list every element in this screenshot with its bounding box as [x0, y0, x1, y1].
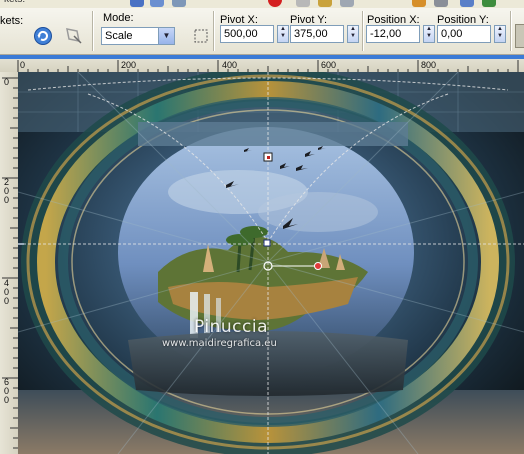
arrow-icon[interactable]	[482, 0, 496, 7]
paste-icon[interactable]	[172, 0, 186, 7]
toolbar-separator	[510, 11, 512, 51]
ruler-label-400: 4 0 0	[4, 278, 10, 306]
mode-select[interactable]: Scale ▼	[101, 27, 175, 45]
folder-icon[interactable]	[412, 0, 426, 7]
mode-select-value: Scale	[105, 30, 133, 42]
ruler-ticks	[17, 60, 519, 72]
chevron-down-icon[interactable]: ▼	[158, 28, 174, 44]
presets-tab-label: kets:	[4, 0, 25, 5]
spin-arrows-icon[interactable]: ▲ ▼	[423, 25, 435, 43]
spin-arrows-icon[interactable]: ▲ ▼	[494, 25, 506, 43]
position-x-input[interactable]	[366, 25, 420, 43]
horizontal-ruler: 0 200 400 600 800	[0, 55, 524, 72]
image-icon[interactable]	[460, 0, 474, 7]
pivot-x-input[interactable]	[220, 25, 274, 43]
spin-arrows-icon[interactable]: ▲ ▼	[347, 25, 359, 43]
ruler-label-200: 2 0 0	[4, 177, 10, 205]
spin-arrows-icon[interactable]: ▲ ▼	[277, 25, 289, 43]
toolbar-separator	[213, 11, 215, 51]
scissors-icon[interactable]	[296, 0, 310, 7]
deformed-image-artwork	[18, 72, 524, 454]
watermark-title: Pinuccia	[194, 317, 268, 337]
rotate-icon[interactable]	[318, 0, 332, 7]
ruler-label-600: 600	[321, 60, 337, 70]
presets-label: kets:	[0, 15, 24, 27]
eraser-icon[interactable]	[340, 0, 354, 7]
play-icon[interactable]	[130, 0, 144, 7]
ruler-label-400: 400	[222, 60, 238, 70]
image-canvas[interactable]: Pinuccia www.maidiregrafica.eu	[18, 72, 524, 454]
print-icon[interactable]	[434, 0, 448, 7]
record-icon[interactable]	[268, 0, 282, 7]
ruler-label-600: 6 0 0	[4, 377, 10, 405]
tool-options-bar: kets: Mode: Scale ▼ Pivot X: ▲▼ Pivot Y:…	[0, 8, 524, 55]
ruler-label-0: 0	[20, 60, 26, 70]
ruler-label-200: 200	[121, 60, 137, 70]
watermark-url: www.maidiregrafica.eu	[162, 338, 277, 349]
toolbar-overflow-button[interactable]	[515, 24, 524, 48]
copy-icon[interactable]	[150, 0, 164, 7]
top-icon-strip: kets:	[0, 0, 524, 8]
vertical-ruler: 0 2 0 0 4 0 0 6 0 0	[0, 72, 19, 454]
toolbar-separator	[362, 11, 364, 51]
pivot-y-input[interactable]	[290, 25, 344, 43]
toolbar-separator	[92, 11, 94, 51]
position-y-input[interactable]	[437, 25, 491, 43]
marquee-icon[interactable]	[193, 28, 209, 44]
ruler-label-0: 0	[4, 77, 10, 87]
reset-icon[interactable]	[33, 26, 53, 46]
ruler-label-800: 800	[421, 60, 437, 70]
mode-label: Mode:	[103, 12, 134, 24]
deform-icon[interactable]	[63, 25, 83, 45]
